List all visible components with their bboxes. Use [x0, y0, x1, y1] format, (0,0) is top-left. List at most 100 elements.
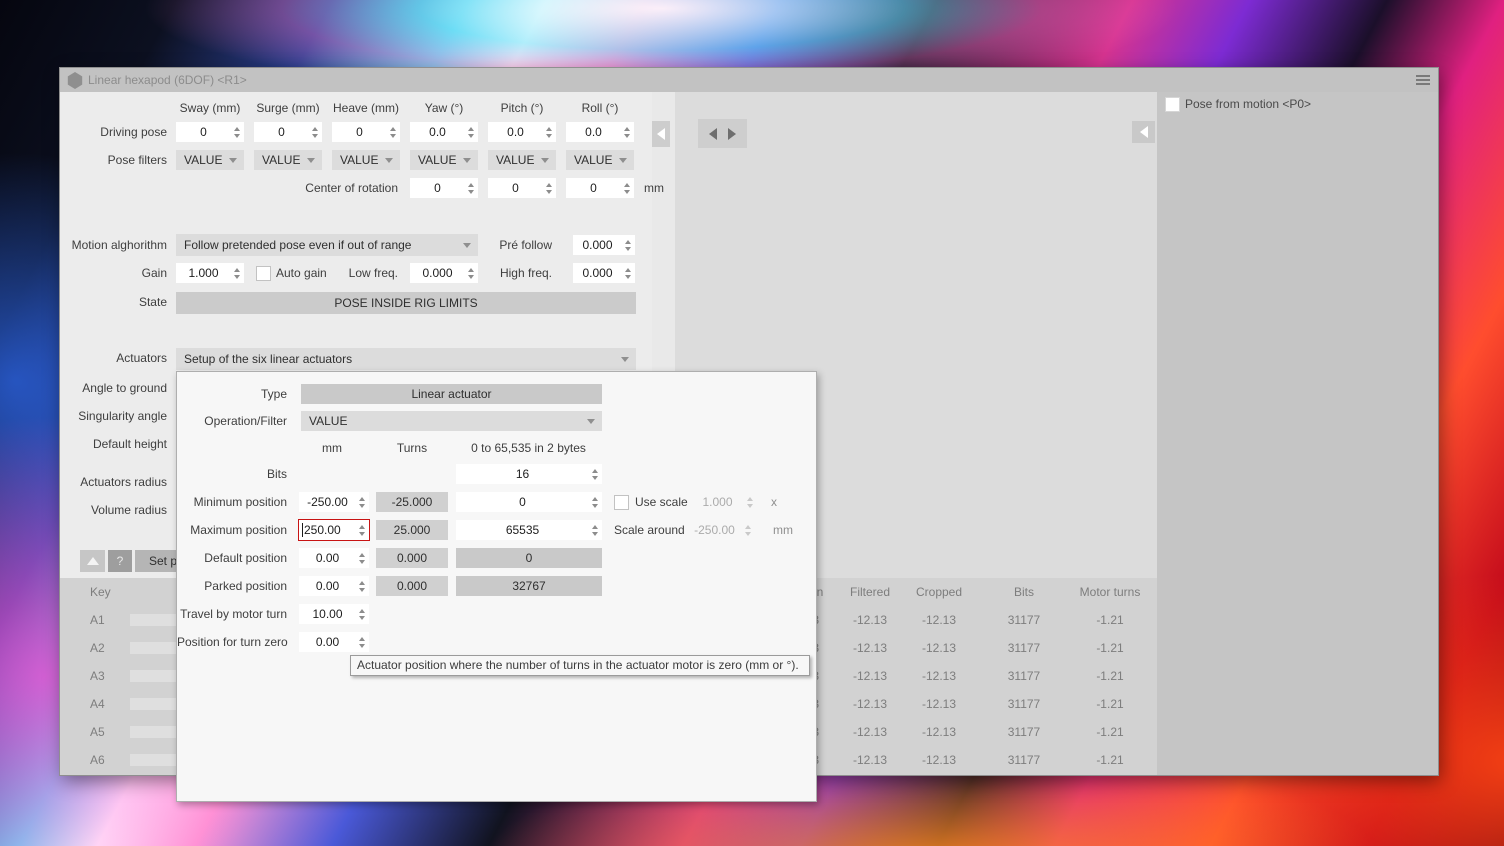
down-arrow-icon[interactable] [546, 190, 552, 194]
down-arrow-icon[interactable] [624, 190, 630, 194]
down-arrow-icon[interactable] [625, 247, 631, 251]
driving-pose-input-1[interactable]: 0 [254, 122, 322, 142]
up-arrow-icon[interactable] [234, 127, 240, 131]
view-nav-buttons[interactable] [698, 119, 747, 148]
center-of-rotation-input-2[interactable]: 0 [566, 178, 634, 198]
actuators-dropdown[interactable]: Setup of the six linear actuators [176, 348, 636, 370]
up-arrow-icon[interactable] [312, 127, 318, 131]
down-arrow-icon[interactable] [312, 134, 318, 138]
driving-pose-input-5-spinner-arrows[interactable] [621, 122, 632, 142]
down-arrow-icon[interactable] [468, 190, 474, 194]
parked-position-mm-input[interactable]: 0.00 [299, 576, 369, 596]
minimum-position-bits-input-spinner-arrows[interactable] [589, 492, 600, 512]
pose-filter-dropdown-5[interactable]: VALUE [566, 150, 634, 170]
up-arrow-icon[interactable] [592, 525, 598, 529]
bits-input-spinner-arrows[interactable] [589, 464, 600, 484]
center-of-rotation-input-2-spinner-arrows[interactable] [621, 178, 632, 198]
operation-filter-dropdown[interactable]: VALUE [301, 411, 602, 431]
down-arrow-icon[interactable] [359, 504, 365, 508]
default-position-mm-input[interactable]: 0.00 [299, 548, 369, 568]
up-arrow-icon[interactable] [359, 497, 365, 501]
down-arrow-icon[interactable] [359, 560, 365, 564]
pose-filter-dropdown-0[interactable]: VALUE [176, 150, 244, 170]
minimum-position-mm-input[interactable]: -250.00 [299, 492, 369, 512]
driving-pose-input-4[interactable]: 0.0 [488, 122, 556, 142]
position-for-turn-zero-input-spinner-arrows[interactable] [356, 632, 367, 652]
down-arrow-icon[interactable] [359, 532, 365, 536]
down-arrow-icon[interactable] [234, 275, 240, 279]
maximum-position-mm-input[interactable]: 250.00 [299, 520, 369, 540]
pre-follow-input[interactable]: 0.000 [573, 235, 635, 255]
collapse-section-button[interactable] [80, 550, 105, 572]
nav-right-icon[interactable] [728, 128, 736, 140]
driving-pose-input-5[interactable]: 0.0 [566, 122, 634, 142]
down-arrow-icon[interactable] [546, 134, 552, 138]
up-arrow-icon[interactable] [468, 183, 474, 187]
gain-input[interactable]: 1.000 [176, 263, 244, 283]
down-arrow-icon[interactable] [468, 134, 474, 138]
pose-from-motion-checkbox[interactable] [1165, 97, 1180, 112]
down-arrow-icon[interactable] [359, 616, 365, 620]
up-arrow-icon[interactable] [359, 525, 365, 529]
down-arrow-icon[interactable] [745, 532, 751, 536]
driving-pose-input-2[interactable]: 0 [332, 122, 400, 142]
down-arrow-icon[interactable] [592, 476, 598, 480]
center-of-rotation-input-1-spinner-arrows[interactable] [543, 178, 554, 198]
up-arrow-icon[interactable] [468, 127, 474, 131]
driving-pose-input-0-spinner-arrows[interactable] [231, 122, 242, 142]
pose-filter-dropdown-2[interactable]: VALUE [332, 150, 400, 170]
up-arrow-icon[interactable] [745, 525, 751, 529]
collapse-right-panel-button[interactable] [1132, 121, 1155, 143]
down-arrow-icon[interactable] [359, 588, 365, 592]
up-arrow-icon[interactable] [234, 268, 240, 272]
actuator-type-button[interactable]: Linear actuator [301, 384, 602, 404]
up-arrow-icon[interactable] [624, 127, 630, 131]
up-arrow-icon[interactable] [359, 637, 365, 641]
driving-pose-input-2-spinner-arrows[interactable] [387, 122, 398, 142]
window-titlebar[interactable]: Linear hexapod (6DOF) <R1> [60, 68, 1438, 93]
down-arrow-icon[interactable] [592, 504, 598, 508]
help-button[interactable]: ? [108, 550, 132, 572]
down-arrow-icon[interactable] [747, 504, 753, 508]
auto-gain-checkbox[interactable] [256, 266, 271, 281]
down-arrow-icon[interactable] [624, 134, 630, 138]
up-arrow-icon[interactable] [592, 469, 598, 473]
use-scale-checkbox[interactable] [614, 495, 629, 510]
up-arrow-icon[interactable] [359, 553, 365, 557]
pre-follow-input-spinner-arrows[interactable] [622, 235, 633, 255]
up-arrow-icon[interactable] [546, 183, 552, 187]
pose-filter-dropdown-1[interactable]: VALUE [254, 150, 322, 170]
maximum-position-bits-input-spinner-arrows[interactable] [589, 520, 600, 540]
center-of-rotation-input-0-spinner-arrows[interactable] [465, 178, 476, 198]
parked-position-mm-input-spinner-arrows[interactable] [356, 576, 367, 596]
down-arrow-icon[interactable] [359, 644, 365, 648]
motion-algorithm-dropdown[interactable]: Follow pretended pose even if out of ran… [176, 234, 478, 256]
minimum-position-mm-input-spinner-arrows[interactable] [356, 492, 367, 512]
pose-filter-dropdown-4[interactable]: VALUE [488, 150, 556, 170]
maximum-position-bits-input[interactable]: 65535 [456, 520, 602, 540]
minimum-position-bits-input[interactable]: 0 [456, 492, 602, 512]
high-freq-input-spinner-arrows[interactable] [622, 263, 633, 283]
travel-by-motor-turn-input[interactable]: 10.00 [299, 604, 369, 624]
driving-pose-input-3-spinner-arrows[interactable] [465, 122, 476, 142]
up-arrow-icon[interactable] [625, 268, 631, 272]
low-freq-input[interactable]: 0.000 [410, 263, 478, 283]
pose-filter-dropdown-3[interactable]: VALUE [410, 150, 478, 170]
driving-pose-input-0[interactable]: 0 [176, 122, 244, 142]
down-arrow-icon[interactable] [468, 275, 474, 279]
down-arrow-icon[interactable] [390, 134, 396, 138]
travel-by-motor-turn-input-spinner-arrows[interactable] [356, 604, 367, 624]
gain-input-spinner-arrows[interactable] [231, 263, 242, 283]
up-arrow-icon[interactable] [592, 497, 598, 501]
down-arrow-icon[interactable] [234, 134, 240, 138]
up-arrow-icon[interactable] [468, 268, 474, 272]
up-arrow-icon[interactable] [747, 497, 753, 501]
up-arrow-icon[interactable] [359, 581, 365, 585]
up-arrow-icon[interactable] [359, 609, 365, 613]
up-arrow-icon[interactable] [624, 183, 630, 187]
maximum-position-mm-input-spinner-arrows[interactable] [356, 520, 367, 540]
nav-left-icon[interactable] [709, 128, 717, 140]
driving-pose-input-1-spinner-arrows[interactable] [309, 122, 320, 142]
driving-pose-input-4-spinner-arrows[interactable] [543, 122, 554, 142]
position-for-turn-zero-input[interactable]: 0.00 [299, 632, 369, 652]
